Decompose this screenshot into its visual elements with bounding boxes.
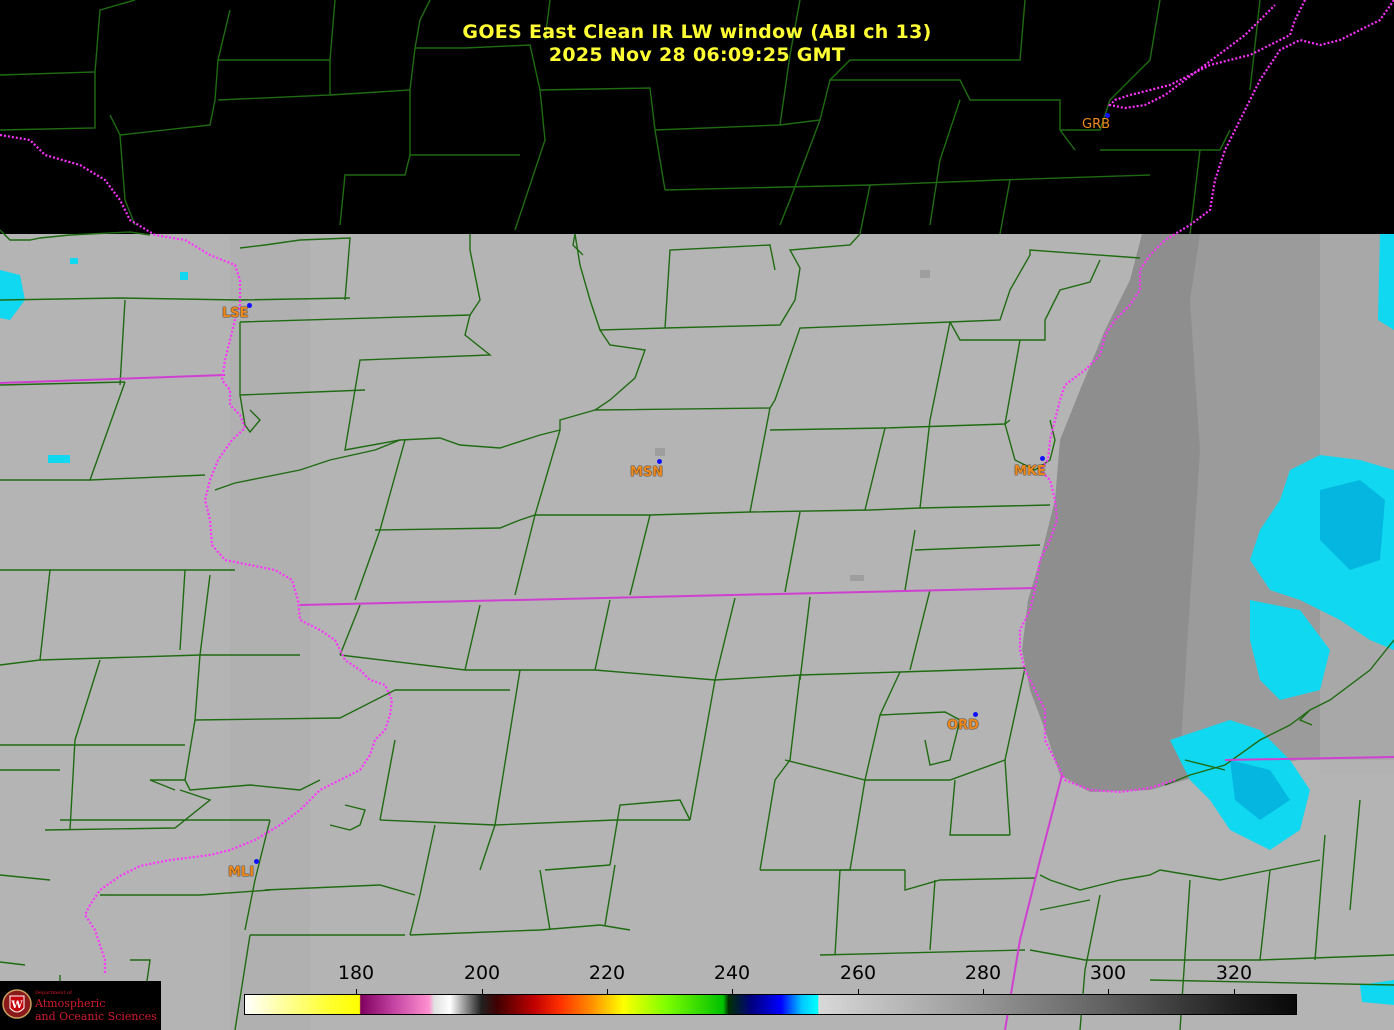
shaded-band <box>230 234 310 1030</box>
logo-line-1: Atmospheric <box>35 997 106 1010</box>
colorbar-tick-260: 260 <box>839 962 877 984</box>
station-label-mli: MLI <box>228 865 255 880</box>
station-label-mke: MKE <box>1014 464 1046 479</box>
aos-logo: W Department of Atmospheric and Oceanic … <box>0 981 161 1030</box>
colorbar-tick-180: 180 <box>337 962 375 984</box>
temperature-colorbar <box>244 994 1297 1015</box>
colorbar-tick-220: 220 <box>588 962 626 984</box>
title-line-2: 2025 Nov 28 06:09:25 GMT <box>548 44 846 66</box>
station-label-grb: GRB <box>1082 117 1111 132</box>
station-label-msn: MSN <box>630 465 664 480</box>
station-dot-msn <box>657 459 662 464</box>
station-label-lse: LSE <box>222 306 249 321</box>
logo-department: Department of <box>35 990 72 996</box>
svg-text:W: W <box>10 1000 23 1011</box>
station-dot-ord <box>973 712 978 717</box>
satellite-map <box>0 0 1394 1030</box>
satellite-image-viewer: GOES East Clean IR LW window (ABI ch 13)… <box>0 0 1394 1030</box>
station-dot-mli <box>254 859 259 864</box>
station-dot-mke <box>1040 456 1045 461</box>
title-line-1: GOES East Clean IR LW window (ABI ch 13) <box>462 21 932 43</box>
uw-crest-icon: W <box>2 989 32 1019</box>
colorbar-tick-300: 300 <box>1089 962 1127 984</box>
colorbar-tick-280: 280 <box>964 962 1002 984</box>
colorbar-tick-200: 200 <box>463 962 501 984</box>
station-label-ord: ORD <box>947 718 979 733</box>
logo-line-2: and Oceanic Sciences <box>35 1010 157 1023</box>
colorbar-tick-240: 240 <box>713 962 751 984</box>
colorbar-tick-320: 320 <box>1215 962 1253 984</box>
